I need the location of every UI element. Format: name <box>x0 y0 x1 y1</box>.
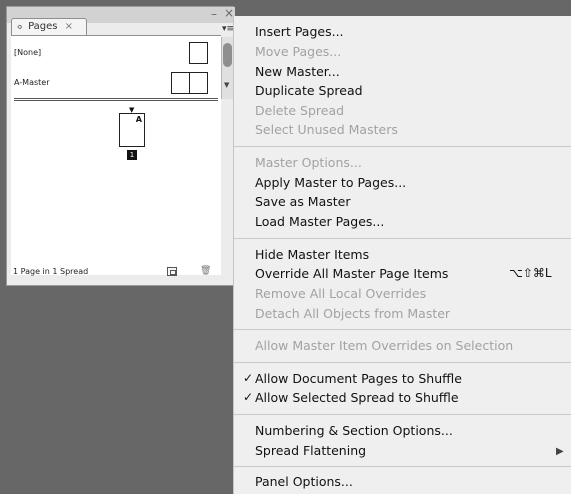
document-pages-area: ▼ A 1 <box>11 106 221 196</box>
master-row-none[interactable]: [None] <box>11 38 221 68</box>
scroll-thumb[interactable] <box>223 43 232 67</box>
tab-pages[interactable]: ≎ Pages × <box>11 18 87 36</box>
menu-separator <box>234 414 571 415</box>
menu-separator <box>234 329 571 330</box>
menu-item-override-all-master-page-items[interactable]: Override All Master Page Items ⌥⇧⌘L <box>234 265 571 285</box>
master-page-thumbnail[interactable] <box>189 42 208 64</box>
tab-arrows-icon: ≎ <box>17 23 23 31</box>
pages-flyout-menu: Insert Pages... Move Pages... New Master… <box>233 16 571 494</box>
collapse-icon[interactable]: – <box>211 7 217 21</box>
master-page-thumbnail-right[interactable] <box>189 72 208 94</box>
menu-item-apply-master-to-pages[interactable]: Apply Master to Pages... <box>234 174 571 194</box>
menu-item-move-pages[interactable]: Move Pages... <box>234 43 571 63</box>
menu-item-remove-all-local-overrides[interactable]: Remove All Local Overrides <box>234 285 571 305</box>
menu-item-load-master-pages[interactable]: Load Master Pages... <box>234 213 571 233</box>
tab-close-icon[interactable]: × <box>65 21 73 32</box>
scroll-down-arrow-icon[interactable]: ▼ <box>224 81 229 89</box>
menu-separator <box>234 362 571 363</box>
menu-item-detach-all-objects-from-master[interactable]: Detach All Objects from Master <box>234 305 571 325</box>
menu-separator <box>234 238 571 239</box>
master-label: [None] <box>14 48 42 57</box>
pages-panel-body: [None] A-Master ▼ A 1 <box>11 35 221 275</box>
document-page-thumbnail[interactable]: A <box>119 113 145 147</box>
menu-item-select-unused-masters[interactable]: Select Unused Masters <box>234 121 571 141</box>
menu-item-delete-spread[interactable]: Delete Spread <box>234 102 571 122</box>
pages-panel: – × ≎ Pages × ▾≡ [None] A-Master ▼ A 1 ▼ <box>6 6 235 286</box>
menu-separator <box>234 466 571 467</box>
master-page-thumbnail-left[interactable] <box>171 72 190 94</box>
scrollbar[interactable]: ▼ <box>221 37 233 99</box>
master-row-a-master[interactable]: A-Master <box>11 68 221 98</box>
menu-item-hide-master-items[interactable]: Hide Master Items <box>234 246 571 266</box>
trash-icon[interactable]: 🗑 <box>200 266 211 276</box>
tab-label: Pages <box>28 21 58 32</box>
page-number-label: 1 <box>127 150 137 160</box>
menu-item-insert-pages[interactable]: Insert Pages... <box>234 23 571 43</box>
menu-item-allow-document-pages-to-shuffle[interactable]: ✓ Allow Document Pages to Shuffle <box>234 370 571 390</box>
master-label: A-Master <box>14 78 50 87</box>
menu-item-allow-selected-spread-to-shuffle[interactable]: ✓ Allow Selected Spread to Shuffle <box>234 389 571 409</box>
menu-item-allow-master-item-overrides[interactable]: Allow Master Item Overrides on Selection <box>234 337 571 357</box>
submenu-arrow-icon: ▶ <box>556 446 564 457</box>
menu-separator <box>234 146 571 147</box>
menu-item-numbering-section-options[interactable]: Numbering & Section Options... <box>234 422 571 442</box>
menu-item-duplicate-spread[interactable]: Duplicate Spread <box>234 82 571 102</box>
status-text: 1 Page in 1 Spread <box>13 267 89 276</box>
master-divider[interactable] <box>14 98 218 101</box>
menu-item-spread-flattening[interactable]: Spread Flattening ▶ <box>234 442 571 462</box>
page-master-prefix: A <box>135 115 142 124</box>
menu-item-panel-options[interactable]: Panel Options... <box>234 473 571 493</box>
menu-item-master-options[interactable]: Master Options... <box>234 154 571 174</box>
check-icon: ✓ <box>243 390 254 404</box>
menu-item-save-as-master[interactable]: Save as Master <box>234 193 571 213</box>
menu-item-new-master[interactable]: New Master... <box>234 63 571 83</box>
keyboard-shortcut: ⌥⇧⌘L <box>509 266 552 280</box>
check-icon: ✓ <box>243 371 254 385</box>
new-page-icon[interactable] <box>167 267 177 276</box>
panel-footer: 1 Page in 1 Spread 🗑 <box>7 265 233 285</box>
